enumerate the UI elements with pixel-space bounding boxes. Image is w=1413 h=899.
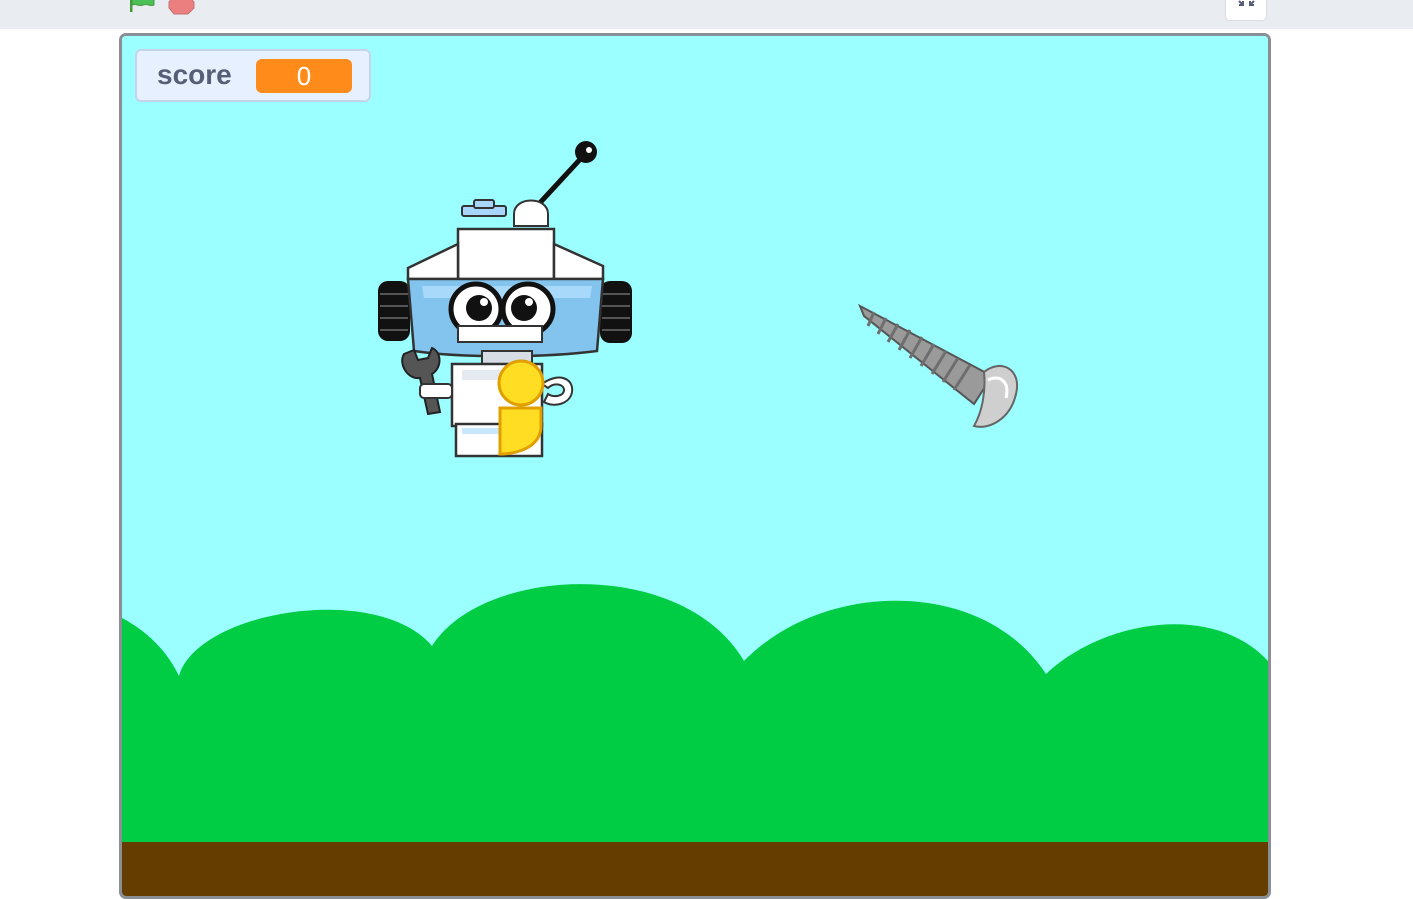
stop-sign-icon — [168, 0, 195, 15]
stage-canvas[interactable]: score 0 — [119, 33, 1271, 899]
stage-header-bar — [0, 0, 1413, 29]
score-monitor[interactable]: score 0 — [135, 49, 371, 102]
green-flag-icon — [130, 0, 155, 12]
green-flag-button[interactable] — [126, 0, 158, 16]
stage-backdrop — [122, 36, 1268, 896]
score-monitor-value: 0 — [256, 59, 352, 93]
unfullscreen-icon — [1238, 0, 1255, 6]
stop-button[interactable] — [166, 0, 198, 16]
score-monitor-label: score — [157, 59, 232, 90]
dirt-ground — [122, 842, 1268, 896]
unfullscreen-button[interactable] — [1225, 0, 1267, 21]
